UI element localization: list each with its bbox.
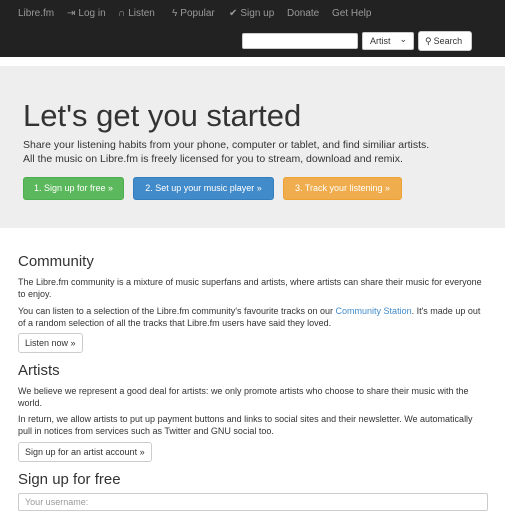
signup-label: Sign up: [240, 8, 275, 19]
username-input[interactable]: [18, 493, 488, 511]
community-station-text-before: You can listen to a selection of the Lib…: [18, 306, 336, 316]
login-label: Log in: [78, 8, 106, 19]
signup-step-button[interactable]: 1. Sign up for free »: [23, 177, 124, 200]
community-intro: The Libre.fm community is a mixture of m…: [18, 277, 482, 299]
music-player-step-button[interactable]: 2. Set up your music player »: [133, 177, 274, 200]
community-heading: Community: [18, 253, 94, 270]
artists-intro: We believe we represent a good deal for …: [18, 386, 469, 408]
community-station-link[interactable]: Community Station: [336, 306, 412, 316]
listen-now-button[interactable]: Listen now »: [18, 333, 83, 353]
checkmark-icon: ✔: [229, 8, 238, 19]
hero-lead-line2: All the music on Libre.fm is freely lice…: [23, 153, 403, 165]
signup-link[interactable]: ✔ Sign up: [229, 8, 274, 20]
chevron-down-icon: ⌄: [399, 34, 407, 44]
community-station-text: You can listen to a selection of the Lib…: [18, 305, 488, 329]
login-link[interactable]: ⇥ Log in: [67, 8, 106, 20]
signup-heading: Sign up for free: [18, 471, 121, 488]
search-button[interactable]: ⚲ Search: [418, 31, 472, 51]
popular-link[interactable]: ϟ Popular: [172, 8, 215, 20]
listen-link[interactable]: ∩ Listen: [118, 8, 155, 20]
get-help-link[interactable]: Get Help: [332, 8, 371, 20]
search-type-select[interactable]: Artist ⌄: [362, 32, 414, 50]
donate-link[interactable]: Donate: [287, 8, 319, 20]
listen-label: Listen: [128, 8, 155, 19]
brand-link[interactable]: Libre.fm: [18, 8, 54, 20]
hero-title: Let's get you started: [23, 98, 302, 133]
track-listening-step-button[interactable]: 3. Track your listening »: [283, 177, 402, 200]
artists-details: In return, we allow artists to put up pa…: [18, 414, 473, 436]
lightning-icon: ϟ: [172, 8, 178, 19]
artist-signup-button[interactable]: Sign up for an artist account »: [18, 442, 152, 462]
hero-jumbotron: Let's get you started Share your listeni…: [0, 66, 505, 228]
login-icon: ⇥: [67, 8, 76, 19]
hero-lead: Share your listening habits from your ph…: [23, 138, 429, 166]
hero-lead-line1: Share your listening habits from your ph…: [23, 139, 430, 151]
popular-label: Popular: [180, 8, 215, 19]
top-navbar: Libre.fm ⇥ Log in ∩ Listen ϟ Popular ✔ Sign …: [0, 0, 505, 57]
headphones-icon: ∩: [118, 8, 126, 19]
search-type-value: Artist: [370, 36, 391, 46]
artists-heading: Artists: [18, 362, 60, 379]
search-button-label: Search: [433, 36, 463, 46]
search-icon: ⚲: [425, 36, 432, 46]
search-input[interactable]: [242, 33, 358, 49]
